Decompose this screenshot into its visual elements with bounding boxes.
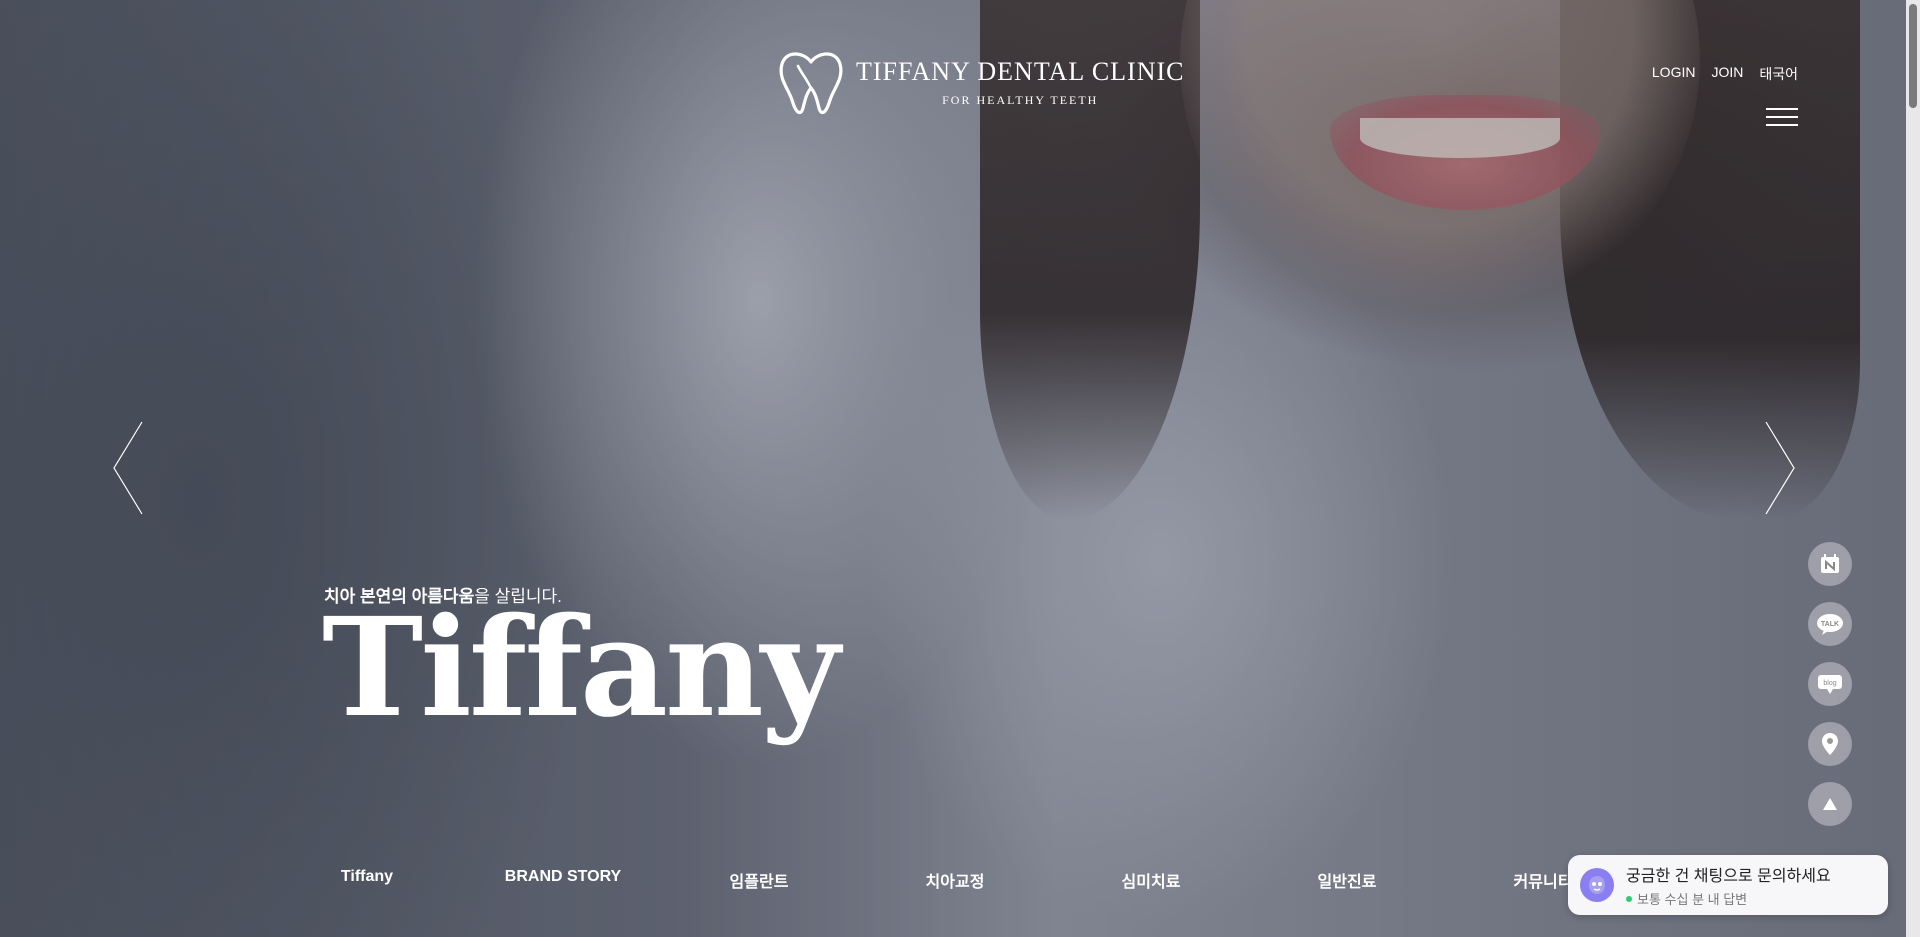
nav-item-orthodontics[interactable]: 치아교정: [926, 868, 985, 892]
nav-item-brand-story[interactable]: BRAND STORY: [505, 868, 621, 886]
nav-item-aesthetic[interactable]: 심미치료: [1122, 868, 1181, 892]
chat-message: 궁금한 건 채팅으로 문의하세요: [1626, 868, 1831, 885]
hamburger-menu-icon[interactable]: [1766, 108, 1798, 130]
chat-status-text: 보통 수십 분 내 답변: [1637, 892, 1748, 907]
nav-item-general[interactable]: 일반진료: [1318, 868, 1377, 892]
nav-item-implant[interactable]: 임플란트: [730, 868, 789, 892]
hero-title: Tiffany: [322, 588, 840, 748]
top-links: LOGIN JOIN 태국어: [1652, 64, 1798, 84]
main-nav: Tiffany BRAND STORY 임플란트 치아교정 심미치료 일반진료 …: [0, 868, 1600, 891]
quick-menu: TALK blog: [1808, 542, 1852, 826]
logo-title: TIFFANY DENTAL CLINIC: [856, 56, 1185, 86]
join-link[interactable]: JOIN: [1711, 64, 1743, 84]
kakao-talk-icon[interactable]: TALK: [1808, 602, 1852, 646]
calendar-n-icon[interactable]: [1808, 542, 1852, 586]
location-pin-icon[interactable]: [1808, 722, 1852, 766]
login-link[interactable]: LOGIN: [1652, 64, 1696, 84]
chat-bot-avatar-icon: [1580, 868, 1614, 902]
tooth-logo-icon: [779, 52, 843, 115]
hero-background: [0, 0, 1920, 937]
kakao-talk-label: TALK: [1821, 621, 1839, 628]
chat-status: 보통 수십 분 내 답변: [1626, 889, 1831, 908]
blog-icon[interactable]: blog: [1808, 662, 1852, 706]
language-link[interactable]: 태국어: [1759, 64, 1798, 84]
nav-item-community[interactable]: 커뮤니티: [1514, 868, 1573, 892]
scroll-top-icon[interactable]: [1808, 782, 1852, 826]
nav-item-tiffany[interactable]: Tiffany: [341, 868, 393, 886]
scrollbar-thumb[interactable]: [1909, 4, 1917, 108]
slider-prev-arrow-icon[interactable]: [110, 420, 150, 516]
slider-next-arrow-icon[interactable]: [1762, 420, 1802, 516]
site-logo[interactable]: TIFFANY DENTAL CLINIC FOR HEALTHY TEETH: [778, 48, 1184, 116]
chat-widget[interactable]: 궁금한 건 채팅으로 문의하세요 보통 수십 분 내 답변: [1568, 855, 1888, 915]
blog-label: blog: [1823, 680, 1836, 687]
hero-overlay: [0, 0, 1920, 937]
logo-subtitle: FOR HEALTHY TEETH: [942, 92, 1099, 107]
page-scrollbar[interactable]: [1906, 0, 1920, 937]
online-dot-icon: [1626, 895, 1632, 902]
